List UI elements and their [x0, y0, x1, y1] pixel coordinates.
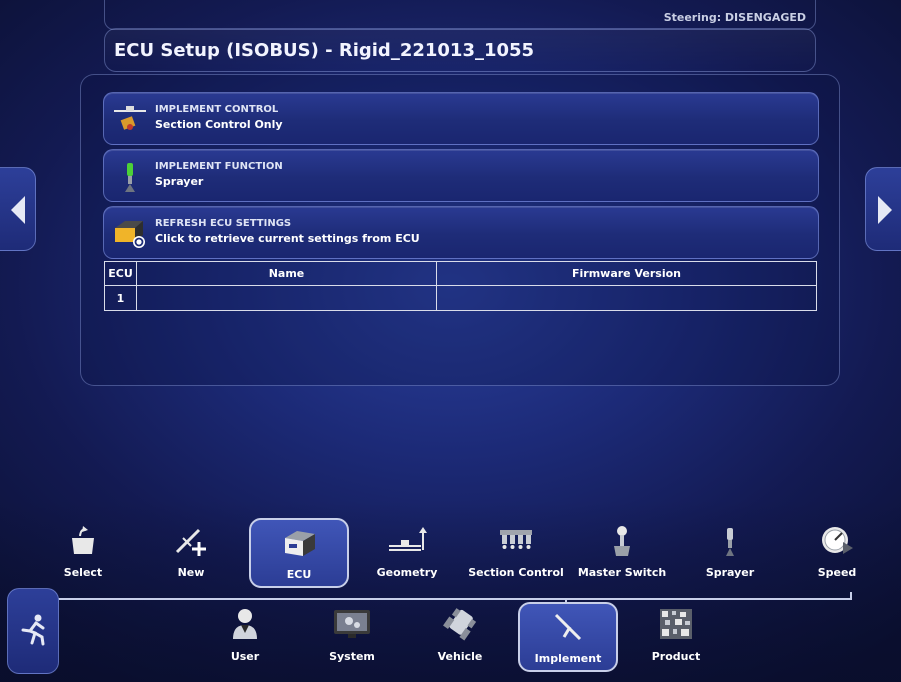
tab-speed[interactable]: Speed: [787, 518, 887, 588]
implement-control-button[interactable]: IMPLEMENT CONTROL Section Control Only: [103, 92, 819, 145]
tab-geometry-label: Geometry: [376, 566, 438, 579]
category-vehicle[interactable]: Vehicle: [410, 602, 510, 672]
implement-tab-bar: Select New ECU Geometry Section Control …: [0, 518, 901, 592]
tab-new-label: New: [177, 566, 205, 579]
speed-icon: [787, 524, 887, 558]
category-system[interactable]: System: [302, 602, 402, 672]
product-icon: [626, 607, 726, 641]
implement-function-value: Sprayer: [155, 175, 204, 188]
tab-section-control-label: Section Control: [468, 566, 564, 579]
select-icon: [33, 524, 133, 558]
refresh-ecu-label: REFRESH ECU SETTINGS: [155, 218, 292, 229]
refresh-ecu-settings-button[interactable]: REFRESH ECU SETTINGS Click to retrieve c…: [103, 206, 819, 259]
tab-sprayer[interactable]: Sprayer: [680, 518, 780, 588]
tab-master-switch-label: Master Switch: [577, 566, 667, 579]
master-switch-icon: [572, 524, 672, 558]
category-product-label: Product: [651, 650, 701, 663]
category-vehicle-label: Vehicle: [437, 650, 483, 663]
firmware-version-column-header: Firmware Version: [436, 261, 817, 286]
tab-section-control[interactable]: Section Control: [464, 518, 568, 588]
implement-icon: [520, 609, 616, 643]
previous-page-button[interactable]: [0, 167, 36, 251]
user-icon: [195, 607, 295, 641]
tab-select-label: Select: [63, 566, 103, 579]
tab-master-switch[interactable]: Master Switch: [572, 518, 672, 588]
refresh-ecu-icon: [112, 215, 148, 251]
config-category-bar: User System Vehicle Implement Product: [0, 602, 901, 676]
ecu-table-header-row: ECU Name Firmware Version: [104, 261, 817, 286]
tab-ecu-label: ECU: [286, 568, 312, 581]
geometry-icon: [357, 524, 457, 558]
category-user[interactable]: User: [195, 602, 295, 672]
name-column-header: Name: [136, 261, 437, 286]
tab-group-bracket: [29, 592, 852, 600]
sprayer-icon: [680, 524, 780, 558]
implement-function-button[interactable]: IMPLEMENT FUNCTION Sprayer: [103, 149, 819, 202]
steering-status: Steering: DISENGAGED: [663, 11, 806, 24]
tab-new[interactable]: New: [141, 518, 241, 588]
tab-select[interactable]: Select: [33, 518, 133, 588]
ecu-icon: [251, 526, 347, 560]
category-user-label: User: [230, 650, 260, 663]
vehicle-icon: [410, 607, 510, 641]
category-product[interactable]: Product: [626, 602, 726, 672]
tab-geometry[interactable]: Geometry: [357, 518, 457, 588]
ecu-column-header: ECU: [104, 261, 137, 286]
category-implement[interactable]: Implement: [518, 602, 618, 672]
refresh-ecu-value: Click to retrieve current settings from …: [155, 232, 420, 245]
ecu-table: ECU Name Firmware Version 1: [104, 261, 817, 311]
ecu-name-cell: [136, 285, 437, 311]
implement-control-icon: [112, 101, 148, 137]
ecu-firmware-cell: [436, 285, 817, 311]
tab-sprayer-label: Sprayer: [705, 566, 755, 579]
screen: Steering: DISENGAGED ECU Setup (ISOBUS) …: [0, 0, 901, 682]
new-icon: [141, 524, 241, 558]
next-page-button[interactable]: [865, 167, 901, 251]
ecu-number-cell: 1: [104, 285, 137, 311]
implement-function-icon: [112, 158, 148, 194]
page-title: ECU Setup (ISOBUS) - Rigid_221013_1055: [114, 40, 535, 61]
implement-function-label: IMPLEMENT FUNCTION: [155, 161, 283, 172]
table-row[interactable]: 1: [104, 285, 817, 311]
implement-control-label: IMPLEMENT CONTROL: [155, 104, 279, 115]
category-system-label: System: [329, 650, 375, 663]
tab-speed-label: Speed: [817, 566, 857, 579]
system-icon: [302, 607, 402, 641]
category-implement-label: Implement: [534, 652, 602, 665]
implement-control-value: Section Control Only: [155, 118, 283, 131]
section-control-icon: [464, 524, 568, 558]
tab-ecu[interactable]: ECU: [249, 518, 349, 588]
